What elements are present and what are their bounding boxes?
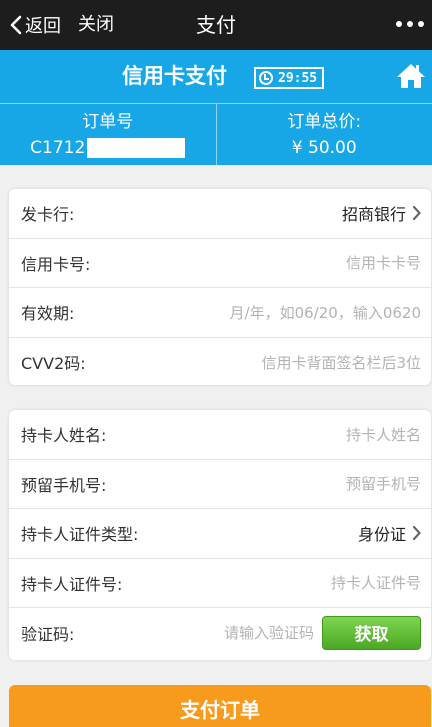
more-dot-icon	[407, 21, 413, 27]
cvv-input[interactable]: 信用卡背面签名栏后3位	[261, 352, 421, 373]
back-button[interactable]: 返回	[10, 12, 61, 38]
order-total-value: ¥ 50.00	[291, 138, 357, 158]
card-number-label: 信用卡号:	[21, 254, 91, 274]
home-icon	[397, 64, 425, 88]
pay-order-button[interactable]: 支付订单	[9, 685, 431, 727]
chevron-right-icon	[412, 206, 421, 221]
phone-input[interactable]: 预留手机号	[346, 473, 421, 494]
order-total-cell: 订单总价: ¥ 50.00	[215, 104, 432, 165]
expiry-label: 有效期:	[21, 304, 75, 324]
cvv-label: CVV2码:	[21, 354, 86, 374]
order-number-label: 订单号	[82, 112, 134, 132]
order-number-prefix: C1712	[30, 138, 86, 158]
holder-name-label: 持卡人姓名:	[21, 426, 107, 446]
verification-code-input[interactable]: 请输入验证码	[224, 622, 314, 643]
expiry-row: 有效期: 月/年，如06/20，输入0620	[9, 288, 431, 338]
chevron-right-icon	[412, 526, 421, 541]
phone-row: 预留手机号: 预留手机号	[9, 460, 431, 509]
card-info-section: 发卡行: 招商银行 信用卡号: 信用卡卡号 有效期: 月/年，如06/20，输入…	[9, 189, 431, 385]
verification-code-row: 验证码: 请输入验证码 获取	[9, 608, 431, 658]
issuer-row[interactable]: 发卡行: 招商银行	[9, 189, 431, 239]
holder-name-input[interactable]: 持卡人姓名	[346, 424, 421, 445]
countdown-timer: 29:55	[254, 67, 324, 89]
id-type-label: 持卡人证件类型:	[21, 525, 139, 545]
order-number-value: C1712	[30, 137, 186, 159]
id-number-input[interactable]: 持卡人证件号	[331, 572, 421, 593]
order-info: 订单号 C1712 订单总价: ¥ 50.00	[0, 103, 432, 165]
cardholder-section: 持卡人姓名: 持卡人姓名 预留手机号: 预留手机号 持卡人证件类型: 身份证 持…	[9, 410, 431, 660]
id-type-value: 身份证	[357, 525, 406, 545]
id-number-row: 持卡人证件号: 持卡人证件号	[9, 559, 431, 608]
home-button[interactable]	[396, 62, 426, 94]
close-button[interactable]: 关闭	[78, 12, 114, 38]
countdown-value: 29:55	[278, 70, 318, 86]
issuer-select[interactable]: 招商银行	[342, 201, 421, 225]
more-dot-icon	[418, 21, 424, 27]
payment-header: 信用卡支付 29:55	[0, 50, 432, 103]
top-nav-bar: 返回 关闭 支付	[0, 0, 432, 50]
back-label: 返回	[25, 16, 61, 37]
verification-code-label: 验证码:	[21, 624, 75, 644]
issuer-value: 招商银行	[341, 205, 406, 225]
id-type-select[interactable]: 身份证	[358, 521, 421, 545]
clock-icon	[259, 71, 273, 85]
more-dot-icon	[396, 21, 402, 27]
order-number-cell: 订单号 C1712	[0, 104, 216, 165]
payment-title: 信用卡支付	[122, 64, 227, 88]
redacted-block	[87, 138, 186, 158]
page-title: 支付	[196, 13, 236, 37]
chevron-left-icon	[10, 15, 22, 35]
get-code-button[interactable]: 获取	[322, 615, 421, 650]
id-type-row[interactable]: 持卡人证件类型: 身份证	[9, 509, 431, 559]
order-total-label: 订单总价:	[287, 112, 362, 132]
issuer-label: 发卡行:	[21, 205, 75, 225]
id-number-label: 持卡人证件号:	[21, 574, 123, 594]
expiry-input[interactable]: 月/年，如06/20，输入0620	[230, 302, 421, 323]
card-number-input[interactable]: 信用卡卡号	[346, 252, 421, 273]
phone-label: 预留手机号:	[21, 475, 107, 495]
more-options-button[interactable]	[396, 21, 424, 27]
cvv-row: CVV2码: 信用卡背面签名栏后3位	[9, 338, 431, 388]
holder-name-row: 持卡人姓名: 持卡人姓名	[9, 410, 431, 460]
card-number-row: 信用卡号: 信用卡卡号	[9, 239, 431, 288]
